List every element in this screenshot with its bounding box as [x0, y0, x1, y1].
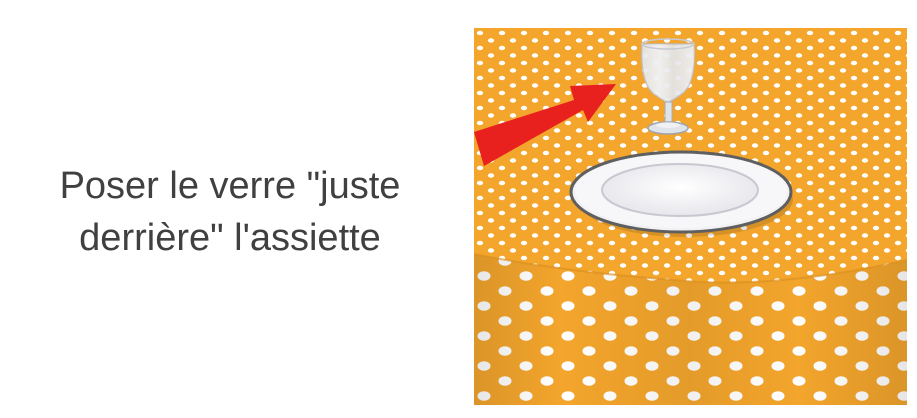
instruction-slide: Poser le verre "juste derrière" l'assiet…	[0, 0, 917, 418]
caption-line-1: Poser le verre "juste	[59, 165, 401, 207]
table-setting-photo	[474, 28, 907, 405]
caption-line-2: derrière" l'assiette	[79, 217, 381, 259]
plate	[569, 150, 793, 237]
instruction-caption: Poser le verre "juste derrière" l'assiet…	[20, 160, 440, 264]
plate-well	[601, 163, 759, 217]
table-setting-illustration	[474, 28, 907, 405]
